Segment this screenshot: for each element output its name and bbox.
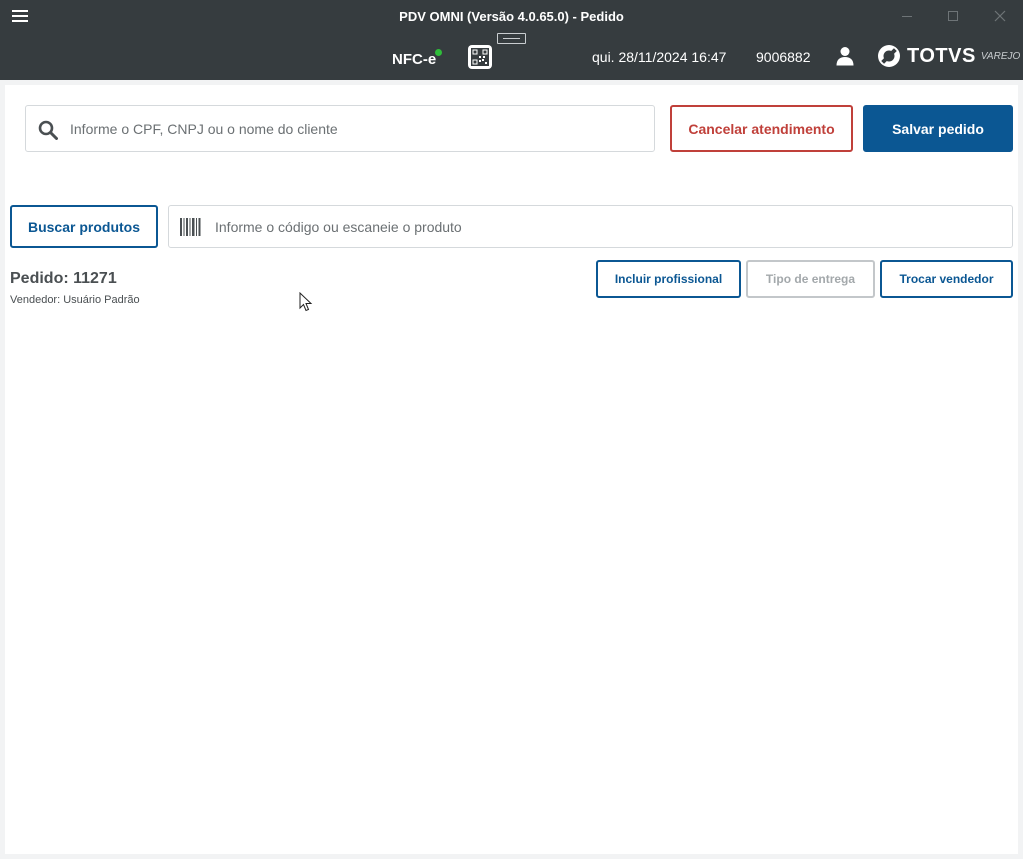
fiscal-mode-label: NFC-e: [392, 51, 437, 68]
title-bar: PDV OMNI (Versão 4.0.65.0) - Pedido NFC-…: [0, 0, 1023, 80]
qr-code-icon[interactable]: [468, 45, 492, 69]
save-order-button[interactable]: Salvar pedido: [863, 105, 1013, 152]
delivery-type-button[interactable]: Tipo de entrega: [746, 260, 875, 298]
barcode-icon: [180, 218, 201, 236]
change-seller-button[interactable]: Trocar vendedor: [880, 260, 1013, 298]
search-products-button[interactable]: Buscar produtos: [10, 205, 158, 248]
minimize-button[interactable]: [898, 6, 918, 26]
include-professional-button[interactable]: Incluir profissional: [596, 260, 741, 298]
totvs-logo: TOTVS VAREJO: [877, 43, 1020, 69]
product-code-input[interactable]: [215, 206, 995, 247]
store-code: 9006882: [756, 49, 811, 65]
search-icon: [38, 120, 58, 140]
customer-search-field[interactable]: [25, 105, 655, 152]
customer-search-input[interactable]: [70, 106, 640, 151]
mouse-cursor-icon: [299, 292, 313, 312]
cancel-service-button[interactable]: Cancelar atendimento: [670, 105, 853, 152]
drag-handle[interactable]: [497, 33, 526, 44]
status-online-indicator: [435, 49, 442, 56]
datetime-display: qui. 28/11/2024 16:47: [592, 49, 727, 65]
close-button[interactable]: [990, 6, 1010, 26]
totvs-logo-icon: [878, 45, 900, 67]
order-title: Pedido: 11271: [10, 270, 117, 287]
user-icon[interactable]: [836, 46, 854, 66]
window-title: PDV OMNI (Versão 4.0.65.0) - Pedido: [399, 9, 624, 24]
brand-name: TOTVS: [907, 44, 976, 67]
seller-label: Vendedor: Usuário Padrão: [10, 294, 140, 306]
brand-subtitle: VAREJO: [980, 50, 1021, 62]
maximize-button[interactable]: [944, 6, 964, 26]
product-code-field[interactable]: [168, 205, 1013, 248]
close-icon: [994, 10, 1006, 22]
